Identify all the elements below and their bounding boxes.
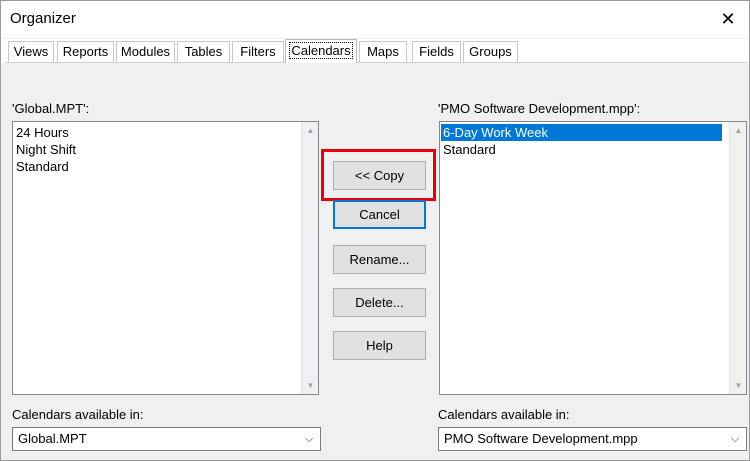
tab-groups[interactable]: Groups <box>463 41 518 62</box>
tab-maps[interactable]: Maps <box>359 41 407 62</box>
left-list-header: 'Global.MPT': <box>12 101 90 116</box>
tab-fields[interactable]: Fields <box>412 41 461 62</box>
close-icon[interactable]: ✕ <box>713 7 743 31</box>
left-available-select[interactable]: Global.MPT ⌵ <box>12 427 321 451</box>
tab-views[interactable]: Views <box>8 41 54 62</box>
down-arrow-icon[interactable]: ▼ <box>730 377 747 394</box>
delete-button[interactable]: Delete... <box>333 288 426 317</box>
cancel-button[interactable]: Cancel <box>333 200 426 229</box>
tab-calendars[interactable]: Calendars <box>285 39 357 63</box>
tab-reports[interactable]: Reports <box>57 41 114 62</box>
list-item-selected[interactable]: 6-Day Work Week <box>441 124 722 141</box>
window-title: Organizer <box>10 10 76 27</box>
right-list-scrollbar[interactable]: ▲ ▼ <box>729 122 746 394</box>
chevron-down-icon[interactable]: ⌵ <box>302 428 316 450</box>
title-bar: Organizer ✕ <box>1 1 749 38</box>
tab-filters[interactable]: Filters <box>232 41 284 62</box>
tab-calendars-label: Calendars <box>289 42 353 59</box>
up-arrow-icon[interactable]: ▲ <box>302 122 319 139</box>
list-item[interactable]: Night Shift <box>14 141 76 158</box>
up-arrow-icon[interactable]: ▲ <box>730 122 747 139</box>
copy-button[interactable]: << Copy <box>333 161 426 190</box>
list-item[interactable]: Standard <box>14 158 69 175</box>
list-item[interactable]: 24 Hours <box>14 124 69 141</box>
right-available-select[interactable]: PMO Software Development.mpp ⌵ <box>438 427 747 451</box>
down-arrow-icon[interactable]: ▼ <box>302 377 319 394</box>
tab-modules[interactable]: Modules <box>116 41 175 62</box>
chevron-down-icon[interactable]: ⌵ <box>728 428 742 450</box>
list-item[interactable]: Standard <box>441 141 496 158</box>
right-available-label: Calendars available in: <box>438 407 570 422</box>
right-list-header: 'PMO Software Development.mpp': <box>438 101 641 116</box>
tab-tables[interactable]: Tables <box>177 41 230 62</box>
right-available-value: PMO Software Development.mpp <box>444 431 638 446</box>
left-list-scrollbar[interactable]: ▲ ▼ <box>301 122 318 394</box>
left-calendar-list[interactable]: 24 Hours Night Shift Standard ▲ ▼ <box>12 121 319 395</box>
rename-button[interactable]: Rename... <box>333 245 426 274</box>
help-button[interactable]: Help <box>333 331 426 360</box>
organizer-dialog: Organizer ✕ Views Reports Modules Tables… <box>0 0 750 461</box>
right-calendar-list[interactable]: 6-Day Work Week Standard ▲ ▼ <box>439 121 747 395</box>
left-available-value: Global.MPT <box>18 431 87 446</box>
left-available-label: Calendars available in: <box>12 407 144 422</box>
